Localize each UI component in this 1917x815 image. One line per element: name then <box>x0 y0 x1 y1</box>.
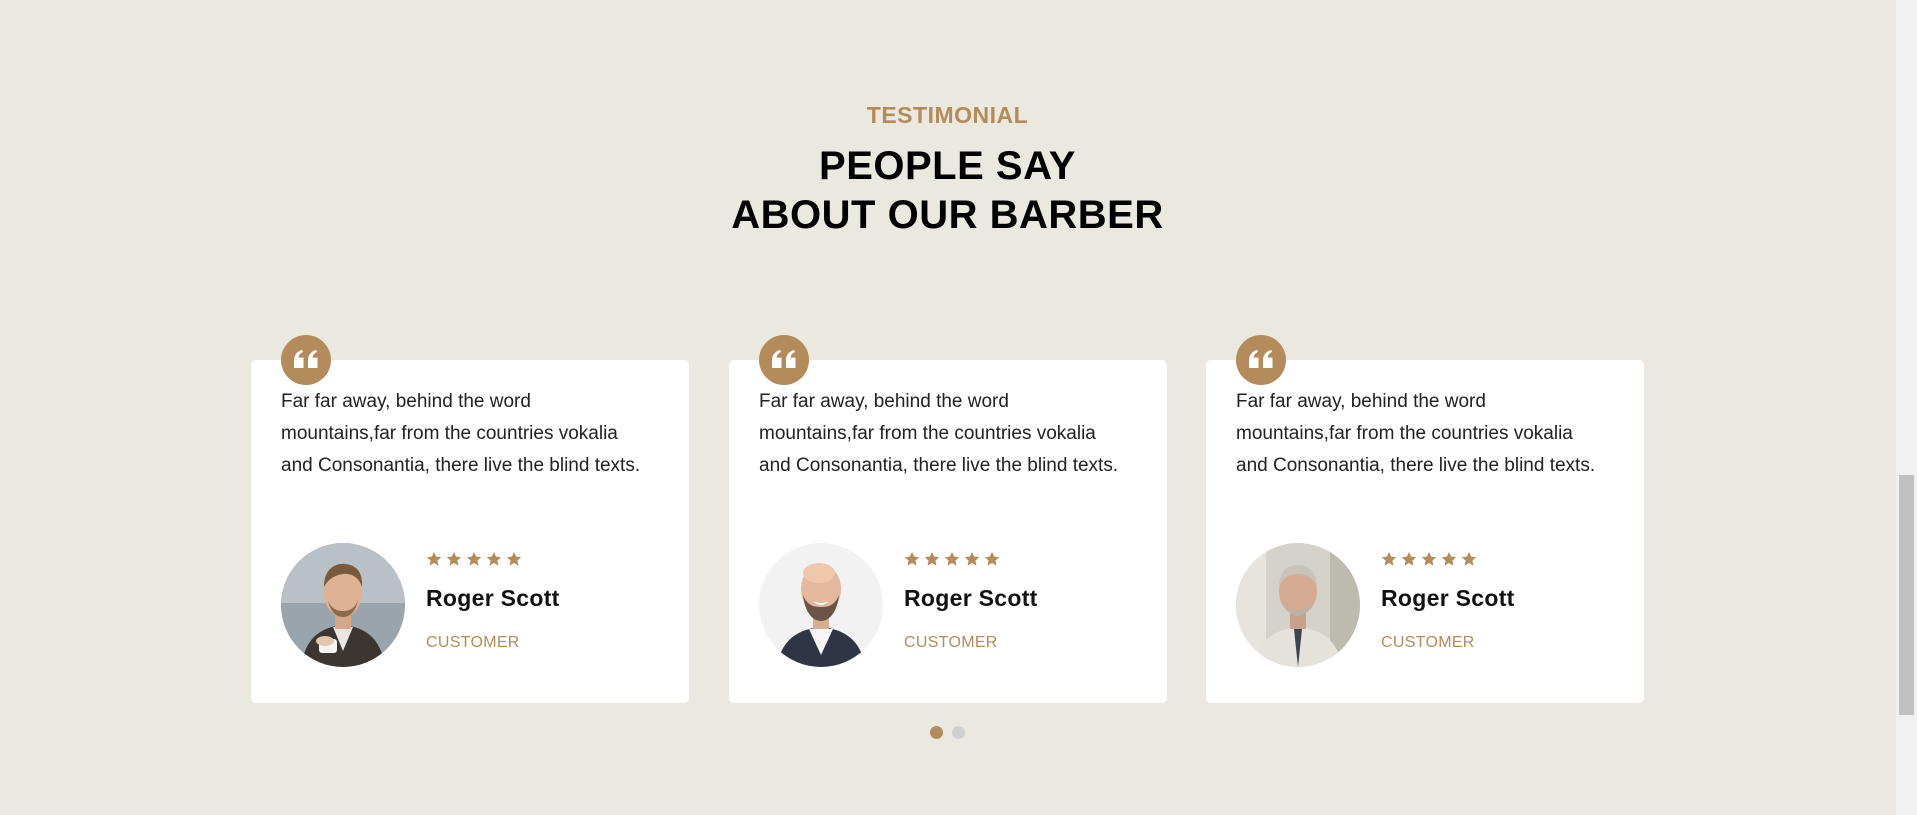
section-title: PEOPLE SAY ABOUT OUR BARBER <box>0 142 1895 240</box>
customer-name: Roger Scott <box>904 585 1038 611</box>
testimonial-card: Far far away, behind the word mountains,… <box>1206 335 1644 703</box>
testimonial-text: Far far away, behind the word mountains,… <box>1236 391 1596 476</box>
scrollbar-thumb[interactable] <box>1899 475 1914 715</box>
star-icon <box>506 551 522 567</box>
star-icon <box>1441 551 1457 567</box>
star-icon <box>924 551 940 567</box>
star-icon <box>984 551 1000 567</box>
section-title-line-1: PEOPLE SAY <box>819 144 1076 188</box>
star-icon <box>1421 551 1437 567</box>
customer-name: Roger Scott <box>1381 585 1515 611</box>
rating-stars <box>426 551 522 567</box>
avatar <box>1236 543 1360 667</box>
section-heading: TESTIMONIAL PEOPLE SAY ABOUT OUR BARBER <box>0 100 1895 240</box>
section-subheading: TESTIMONIAL <box>866 102 1029 128</box>
testimonial-text: Far far away, behind the word mountains,… <box>281 391 641 476</box>
testimonial-carousel[interactable]: Far far away, behind the word mountains,… <box>251 335 1644 703</box>
customer-role: CUSTOMER <box>426 634 520 651</box>
rating-stars <box>904 551 1000 567</box>
carousel-dot-1[interactable] <box>930 726 943 739</box>
star-icon <box>1401 551 1417 567</box>
star-icon <box>466 551 482 567</box>
testimonial-section: TESTIMONIAL PEOPLE SAY ABOUT OUR BARBER … <box>0 0 1917 815</box>
carousel-dot-2[interactable] <box>952 726 965 739</box>
section-title-line-2: ABOUT OUR BARBER <box>731 193 1164 237</box>
star-icon <box>904 551 920 567</box>
customer-name: Roger Scott <box>426 585 560 611</box>
rating-stars <box>1381 551 1477 567</box>
testimonial-card: Far far away, behind the word mountains,… <box>251 335 689 703</box>
carousel-pagination <box>930 726 965 739</box>
star-icon <box>486 551 502 567</box>
quote-icon <box>281 335 331 385</box>
star-icon <box>944 551 960 567</box>
avatar <box>759 543 883 667</box>
star-icon <box>964 551 980 567</box>
star-icon <box>1381 551 1397 567</box>
testimonial-text: Far far away, behind the word mountains,… <box>759 391 1119 476</box>
quote-icon <box>1236 335 1286 385</box>
star-icon <box>446 551 462 567</box>
testimonial-card: Far far away, behind the word mountains,… <box>729 335 1167 703</box>
page-scrollbar[interactable] <box>1896 0 1917 815</box>
customer-role: CUSTOMER <box>1381 634 1475 651</box>
customer-role: CUSTOMER <box>904 634 998 651</box>
star-icon <box>426 551 442 567</box>
star-icon <box>1461 551 1477 567</box>
quote-icon <box>759 335 809 385</box>
avatar <box>281 543 405 667</box>
